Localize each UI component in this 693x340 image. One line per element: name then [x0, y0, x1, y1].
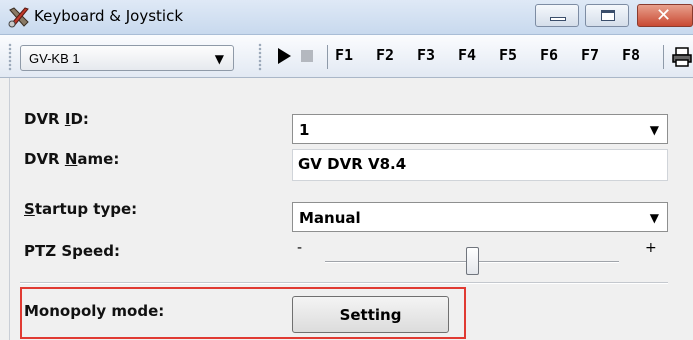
f4-button[interactable]: F4 [458, 46, 476, 64]
toolbar-separator [663, 45, 664, 69]
f2-button[interactable]: F2 [376, 46, 394, 64]
f3-button[interactable]: F3 [417, 46, 435, 64]
keyboard-select-value: GV-KB 1 [29, 51, 80, 66]
startup-type-value: Manual [299, 209, 361, 227]
toolbar-grip[interactable] [258, 43, 262, 71]
minimize-icon [550, 17, 566, 21]
f1-button[interactable]: F1 [335, 46, 353, 64]
ptz-speed-max-label: + [645, 240, 657, 256]
wrench-tools-icon [8, 7, 29, 28]
ptz-speed-min-label: - [297, 240, 303, 256]
maximize-icon [601, 10, 615, 21]
chevron-down-icon: ▼ [214, 52, 224, 66]
toolbar-grip[interactable] [8, 43, 12, 71]
setting-button[interactable]: Setting [292, 296, 449, 333]
close-icon: ✕ [656, 5, 672, 26]
maximize-button[interactable] [585, 4, 629, 27]
startup-type-label: Startup type: [24, 200, 138, 218]
startup-type-select[interactable]: Manual ▼ [292, 202, 668, 232]
minimize-button[interactable] [535, 4, 579, 27]
section-divider [20, 282, 668, 284]
title-bar[interactable]: Keyboard & Joystick ✕ [0, 0, 693, 35]
dvr-id-select[interactable]: 1 ▼ [292, 114, 668, 144]
ptz-speed-slider-thumb[interactable] [466, 247, 479, 275]
keyboard-joystick-window: Keyboard & Joystick ✕ GV-KB 1 ▼ F1 F2 F3… [0, 0, 693, 340]
keyboard-select[interactable]: GV-KB 1 ▼ [20, 45, 234, 71]
chevron-down-icon: ▼ [649, 211, 659, 225]
dvr-name-field[interactable] [292, 149, 668, 181]
chevron-down-icon: ▼ [649, 123, 659, 137]
dvr-id-value: 1 [299, 121, 310, 139]
f7-button[interactable]: F7 [581, 46, 599, 64]
window-title: Keyboard & Joystick [34, 7, 184, 25]
f6-button[interactable]: F6 [540, 46, 558, 64]
ptz-speed-label: PTZ Speed: [24, 242, 120, 260]
close-button[interactable]: ✕ [637, 4, 693, 27]
play-icon[interactable] [278, 48, 291, 64]
toolbar-separator [327, 45, 328, 69]
dvr-name-label: DVR Name: [24, 150, 120, 168]
toolbar: GV-KB 1 ▼ F1 F2 F3 F4 F5 F6 F7 F8 [0, 35, 693, 78]
f8-button[interactable]: F8 [622, 46, 640, 64]
stop-icon[interactable] [301, 50, 313, 62]
f5-button[interactable]: F5 [499, 46, 517, 64]
print-icon[interactable] [671, 46, 693, 68]
dvr-name-input[interactable] [298, 155, 658, 173]
dvr-id-label: DVR ID: [24, 110, 89, 128]
monopoly-mode-label: Monopoly mode: [24, 302, 165, 320]
